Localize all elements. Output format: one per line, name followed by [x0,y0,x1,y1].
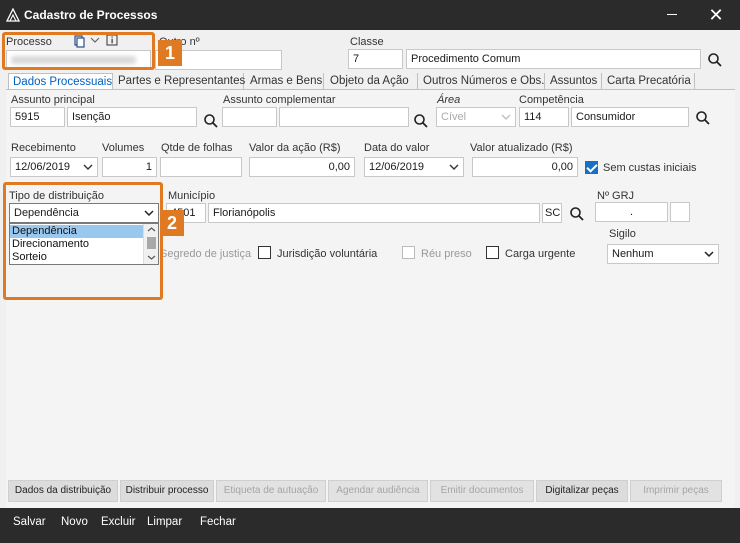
competencia-label: Competência [519,94,584,106]
search-icon[interactable] [569,206,585,222]
assunto-complementar-code[interactable] [222,107,277,127]
jurisdicao-voluntaria-checkbox[interactable] [258,246,271,259]
grj-input[interactable]: . [595,202,668,222]
municipio-name[interactable]: Florianópolis [208,203,540,223]
title-bar: Cadastro de Processos ✕ [0,0,740,30]
app-logo-icon [6,8,20,22]
recebimento-value: 12/06/2019 [15,161,71,173]
excluir-button[interactable]: Excluir [101,516,136,528]
valor-atualizado-input[interactable]: 0,00 [472,157,578,177]
data-valor-label: Data do valor [364,142,430,154]
data-valor-date-picker[interactable]: 12/06/2019 [364,157,464,177]
classe-code-input[interactable]: 7 [348,49,403,69]
municipio-uf[interactable]: SC [542,203,562,223]
reu-preso-label: Réu preso [421,248,472,260]
digitalizar-pecas-button[interactable]: Digitalizar peças [536,480,628,502]
chevron-down-icon [83,164,93,170]
segredo-justica-label: Segredo de justiça [160,248,252,260]
tab-partes-representantes[interactable]: Partes e Representantes [114,73,245,90]
assunto-principal-desc[interactable]: Isenção [67,107,197,127]
carga-urgente-checkbox[interactable] [486,246,499,259]
volumes-input[interactable]: 1 [102,157,157,177]
callout-badge-1: 1 [158,40,182,66]
callout-box-1 [2,32,155,70]
chevron-down-icon [704,251,714,258]
competencia-desc[interactable]: Consumidor [571,107,689,127]
callout-box-2 [3,182,163,300]
tab-objeto-acao[interactable]: Objeto da Ação [326,73,418,90]
qtde-folhas-label: Qtde de folhas [161,142,233,154]
recebimento-date-picker[interactable]: 12/06/2019 [10,157,98,177]
grj-dv-input[interactable] [670,202,690,222]
imprimir-pecas-button[interactable]: Imprimir peças [630,480,722,502]
sem-custas-checkbox[interactable] [585,161,598,174]
assunto-complementar-desc[interactable] [279,107,409,127]
distribuir-processo-button[interactable]: Distribuir processo [120,480,214,502]
sigilo-select[interactable]: Nenhum [607,244,719,264]
assunto-principal-label: Assunto principal [11,94,95,106]
valor-acao-label: Valor da ação (R$) [249,142,341,154]
dados-distribuicao-button[interactable]: Dados da distribuição [8,480,118,502]
area-value: Cível [441,111,467,123]
area-select[interactable]: Cível [436,107,516,127]
etiqueta-autuacao-button[interactable]: Etiqueta de autuação [216,480,326,502]
tab-dados-processuais[interactable]: Dados Processuais [8,73,113,90]
agendar-audiencia-button[interactable]: Agendar audiência [328,480,428,502]
tab-armas-bens[interactable]: Armas e Bens [246,73,324,90]
emitir-documentos-button[interactable]: Emitir documentos [430,480,534,502]
classe-label: Classe [350,36,384,48]
sigilo-label: Sigilo [609,228,636,240]
novo-button[interactable]: Novo [61,516,88,528]
minimize-icon[interactable] [667,14,677,15]
action-button-bar: Dados da distribuição Distribuir process… [8,480,728,502]
area-label: Área [437,94,461,106]
footer-bar: Salvar Novo Excluir Limpar Fechar [0,508,740,543]
salvar-button[interactable]: Salvar [13,516,46,528]
carga-urgente-label: Carga urgente [505,248,576,260]
assunto-complementar-label: Assunto complementar [223,94,336,106]
search-icon[interactable] [707,52,723,68]
chevron-down-icon [501,114,511,120]
reu-preso-checkbox[interactable] [402,246,415,259]
tab-assuntos[interactable]: Assuntos [546,73,602,90]
qtde-folhas-input[interactable] [160,157,242,177]
search-icon[interactable] [695,110,711,126]
search-icon[interactable] [203,113,219,129]
valor-acao-input[interactable]: 0,00 [249,157,355,177]
grj-label: Nº GRJ [597,190,635,202]
recebimento-label: Recebimento [11,142,76,154]
municipio-label: Município [168,190,216,202]
search-icon[interactable] [413,113,429,129]
valor-atualizado-label: Valor atualizado (R$) [470,142,573,154]
tab-carta-precatoria[interactable]: Carta Precatória [603,73,695,90]
fechar-button[interactable]: Fechar [200,516,236,528]
window-title: Cadastro de Processos [24,8,158,22]
assunto-principal-code[interactable]: 5915 [10,107,65,127]
sem-custas-label: Sem custas iniciais [603,162,697,174]
competencia-code[interactable]: 114 [519,107,569,127]
data-valor-value: 12/06/2019 [369,161,425,173]
form-area: Processo Outro nº Classe 7 Procedimento … [0,30,740,508]
close-icon[interactable]: ✕ [705,4,727,26]
tab-outros-numeros[interactable]: Outros Números e Obs. [419,73,545,90]
chevron-down-icon [449,164,459,170]
volumes-label: Volumes [102,142,145,154]
sigilo-value: Nenhum [612,248,654,260]
callout-badge-2: 2 [160,210,184,236]
jurisdicao-voluntaria-label: Jurisdição voluntária [277,248,378,260]
classe-desc-input[interactable]: Procedimento Comum [406,49,701,69]
limpar-button[interactable]: Limpar [147,516,182,528]
